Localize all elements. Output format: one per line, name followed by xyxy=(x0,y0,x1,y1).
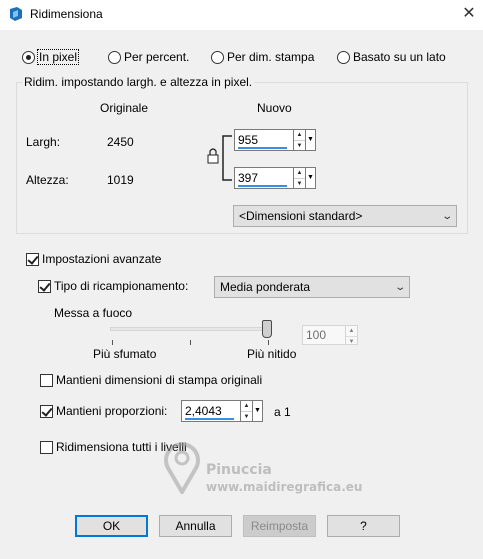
input-underline xyxy=(238,147,287,149)
height-original-value: 1019 xyxy=(107,173,134,187)
radio-button[interactable] xyxy=(211,50,224,64)
keep-print-size-checkbox[interactable]: Mantieni dimensioni di stampa originali xyxy=(40,373,262,387)
watermark-logo xyxy=(164,442,200,494)
radio-label: Per percent. xyxy=(124,50,190,64)
reset-button: Reimposta xyxy=(243,515,316,537)
checkbox[interactable] xyxy=(26,252,39,266)
width-new-value: 955 xyxy=(238,133,259,147)
radio-label: In pixel xyxy=(36,49,80,65)
resample-type-value: Media ponderata xyxy=(220,280,311,294)
width-new-input[interactable]: 955 xyxy=(234,129,294,151)
radio-button[interactable] xyxy=(22,50,35,64)
watermark-url: www.maidiregrafica.eu xyxy=(206,480,363,494)
height-label: Altezza: xyxy=(26,173,69,187)
spin-buttons[interactable]: ▲ ▼ xyxy=(241,400,253,422)
resample-type-label: Tipo di ricampionamento: xyxy=(54,279,189,293)
spin-up-icon[interactable]: ▲ xyxy=(294,168,305,179)
standard-sizes-value: <Dimensioni standard> xyxy=(239,209,363,223)
width-new-stepper[interactable]: 955 ▲ ▼ ▼ xyxy=(234,129,316,151)
dropdown-arrow-icon[interactable]: ▼ xyxy=(253,400,263,422)
resample-type-checkbox[interactable]: Tipo di ricampionamento: xyxy=(38,279,188,293)
width-original-value: 2450 xyxy=(107,135,134,149)
spin-buttons[interactable]: ▲ ▼ xyxy=(294,167,306,189)
height-new-stepper[interactable]: 397 ▲ ▼ ▼ xyxy=(234,167,316,189)
radio-label: Per dim. stampa xyxy=(227,50,315,64)
ratio-input[interactable]: 2,4043 xyxy=(181,400,241,422)
watermark-name: Pinuccia xyxy=(206,462,272,478)
spin-down-icon[interactable]: ▼ xyxy=(294,179,305,189)
radio-in-pixel[interactable]: In pixel xyxy=(22,49,80,65)
sharpen-slider-thumb[interactable] xyxy=(262,320,272,338)
chevron-down-icon: ⌄ xyxy=(440,210,453,222)
sharpen-value: 100 xyxy=(306,328,327,342)
sharpen-label: Messa a fuoco xyxy=(54,306,133,320)
spin-up-icon: ▲ xyxy=(346,326,357,337)
keep-print-size-label: Mantieni dimensioni di stampa originali xyxy=(56,373,263,387)
radio-basato-su-lato[interactable]: Basato su un lato xyxy=(337,50,446,64)
help-button[interactable]: ? xyxy=(327,515,400,537)
new-header: Nuovo xyxy=(257,101,292,115)
radio-button[interactable] xyxy=(108,50,121,64)
lock-icon[interactable] xyxy=(205,132,235,184)
keep-ratio-checkbox[interactable]: Mantieni proporzioni: xyxy=(40,404,167,418)
title-bar: Ridimensiona ✕ xyxy=(0,0,483,30)
ok-button[interactable]: OK xyxy=(75,515,148,537)
keep-ratio-label: Mantieni proporzioni: xyxy=(56,404,168,418)
dropdown-arrow-icon[interactable]: ▼ xyxy=(306,167,316,189)
height-new-input[interactable]: 397 xyxy=(234,167,294,189)
ratio-value: 2,4043 xyxy=(185,404,222,418)
standard-sizes-dropdown[interactable]: <Dimensioni standard> ⌄ xyxy=(233,205,457,227)
input-underline xyxy=(238,185,287,187)
dimensions-group-label: Ridim. impostando largh. e altezza in pi… xyxy=(22,75,255,89)
slider-tick xyxy=(190,340,191,345)
spin-buttons: ▲ ▼ xyxy=(346,325,358,345)
resample-type-dropdown[interactable]: Media ponderata ⌄ xyxy=(214,276,410,298)
close-icon[interactable]: ✕ xyxy=(459,4,479,24)
spin-down-icon[interactable]: ▼ xyxy=(241,412,252,422)
spin-buttons[interactable]: ▲ ▼ xyxy=(294,129,306,151)
sharpen-value-input: 100 xyxy=(302,325,346,345)
radio-button[interactable] xyxy=(337,50,350,64)
input-underline xyxy=(185,418,234,420)
spin-up-icon[interactable]: ▲ xyxy=(294,130,305,141)
height-new-value: 397 xyxy=(238,171,259,185)
checkbox[interactable] xyxy=(40,440,53,454)
checkbox[interactable] xyxy=(38,279,51,293)
spin-down-icon: ▼ xyxy=(348,339,355,345)
ratio-stepper[interactable]: 2,4043 ▲ ▼ ▼ xyxy=(181,400,263,422)
app-icon xyxy=(10,7,22,21)
radio-per-dim-stampa[interactable]: Per dim. stampa xyxy=(211,50,314,64)
advanced-settings-label: Impostazioni avanzate xyxy=(42,252,162,266)
slider-tick xyxy=(268,340,269,345)
ratio-suffix: a 1 xyxy=(274,405,291,419)
slider-tick xyxy=(112,340,113,345)
spin-down-icon[interactable]: ▼ xyxy=(294,141,305,151)
width-label: Largh: xyxy=(26,135,61,149)
window-title: Ridimensiona xyxy=(30,7,103,21)
checkbox[interactable] xyxy=(40,404,53,418)
original-header: Originale xyxy=(100,101,149,115)
spin-up-icon[interactable]: ▲ xyxy=(241,401,252,412)
advanced-settings-checkbox[interactable]: Impostazioni avanzate xyxy=(26,252,161,266)
dropdown-arrow-icon[interactable]: ▼ xyxy=(306,129,316,151)
soft-label: Più sfumato xyxy=(93,347,157,361)
sharpen-slider-track[interactable] xyxy=(110,327,272,331)
checkbox[interactable] xyxy=(40,373,53,387)
sharpen-value-stepper: 100 ▲ ▼ xyxy=(302,325,358,345)
cancel-button[interactable]: Annulla xyxy=(159,515,232,537)
radio-per-percent[interactable]: Per percent. xyxy=(108,50,189,64)
chevron-down-icon: ⌄ xyxy=(393,281,406,293)
radio-label: Basato su un lato xyxy=(353,50,446,64)
sharp-label: Più nitido xyxy=(247,347,297,361)
